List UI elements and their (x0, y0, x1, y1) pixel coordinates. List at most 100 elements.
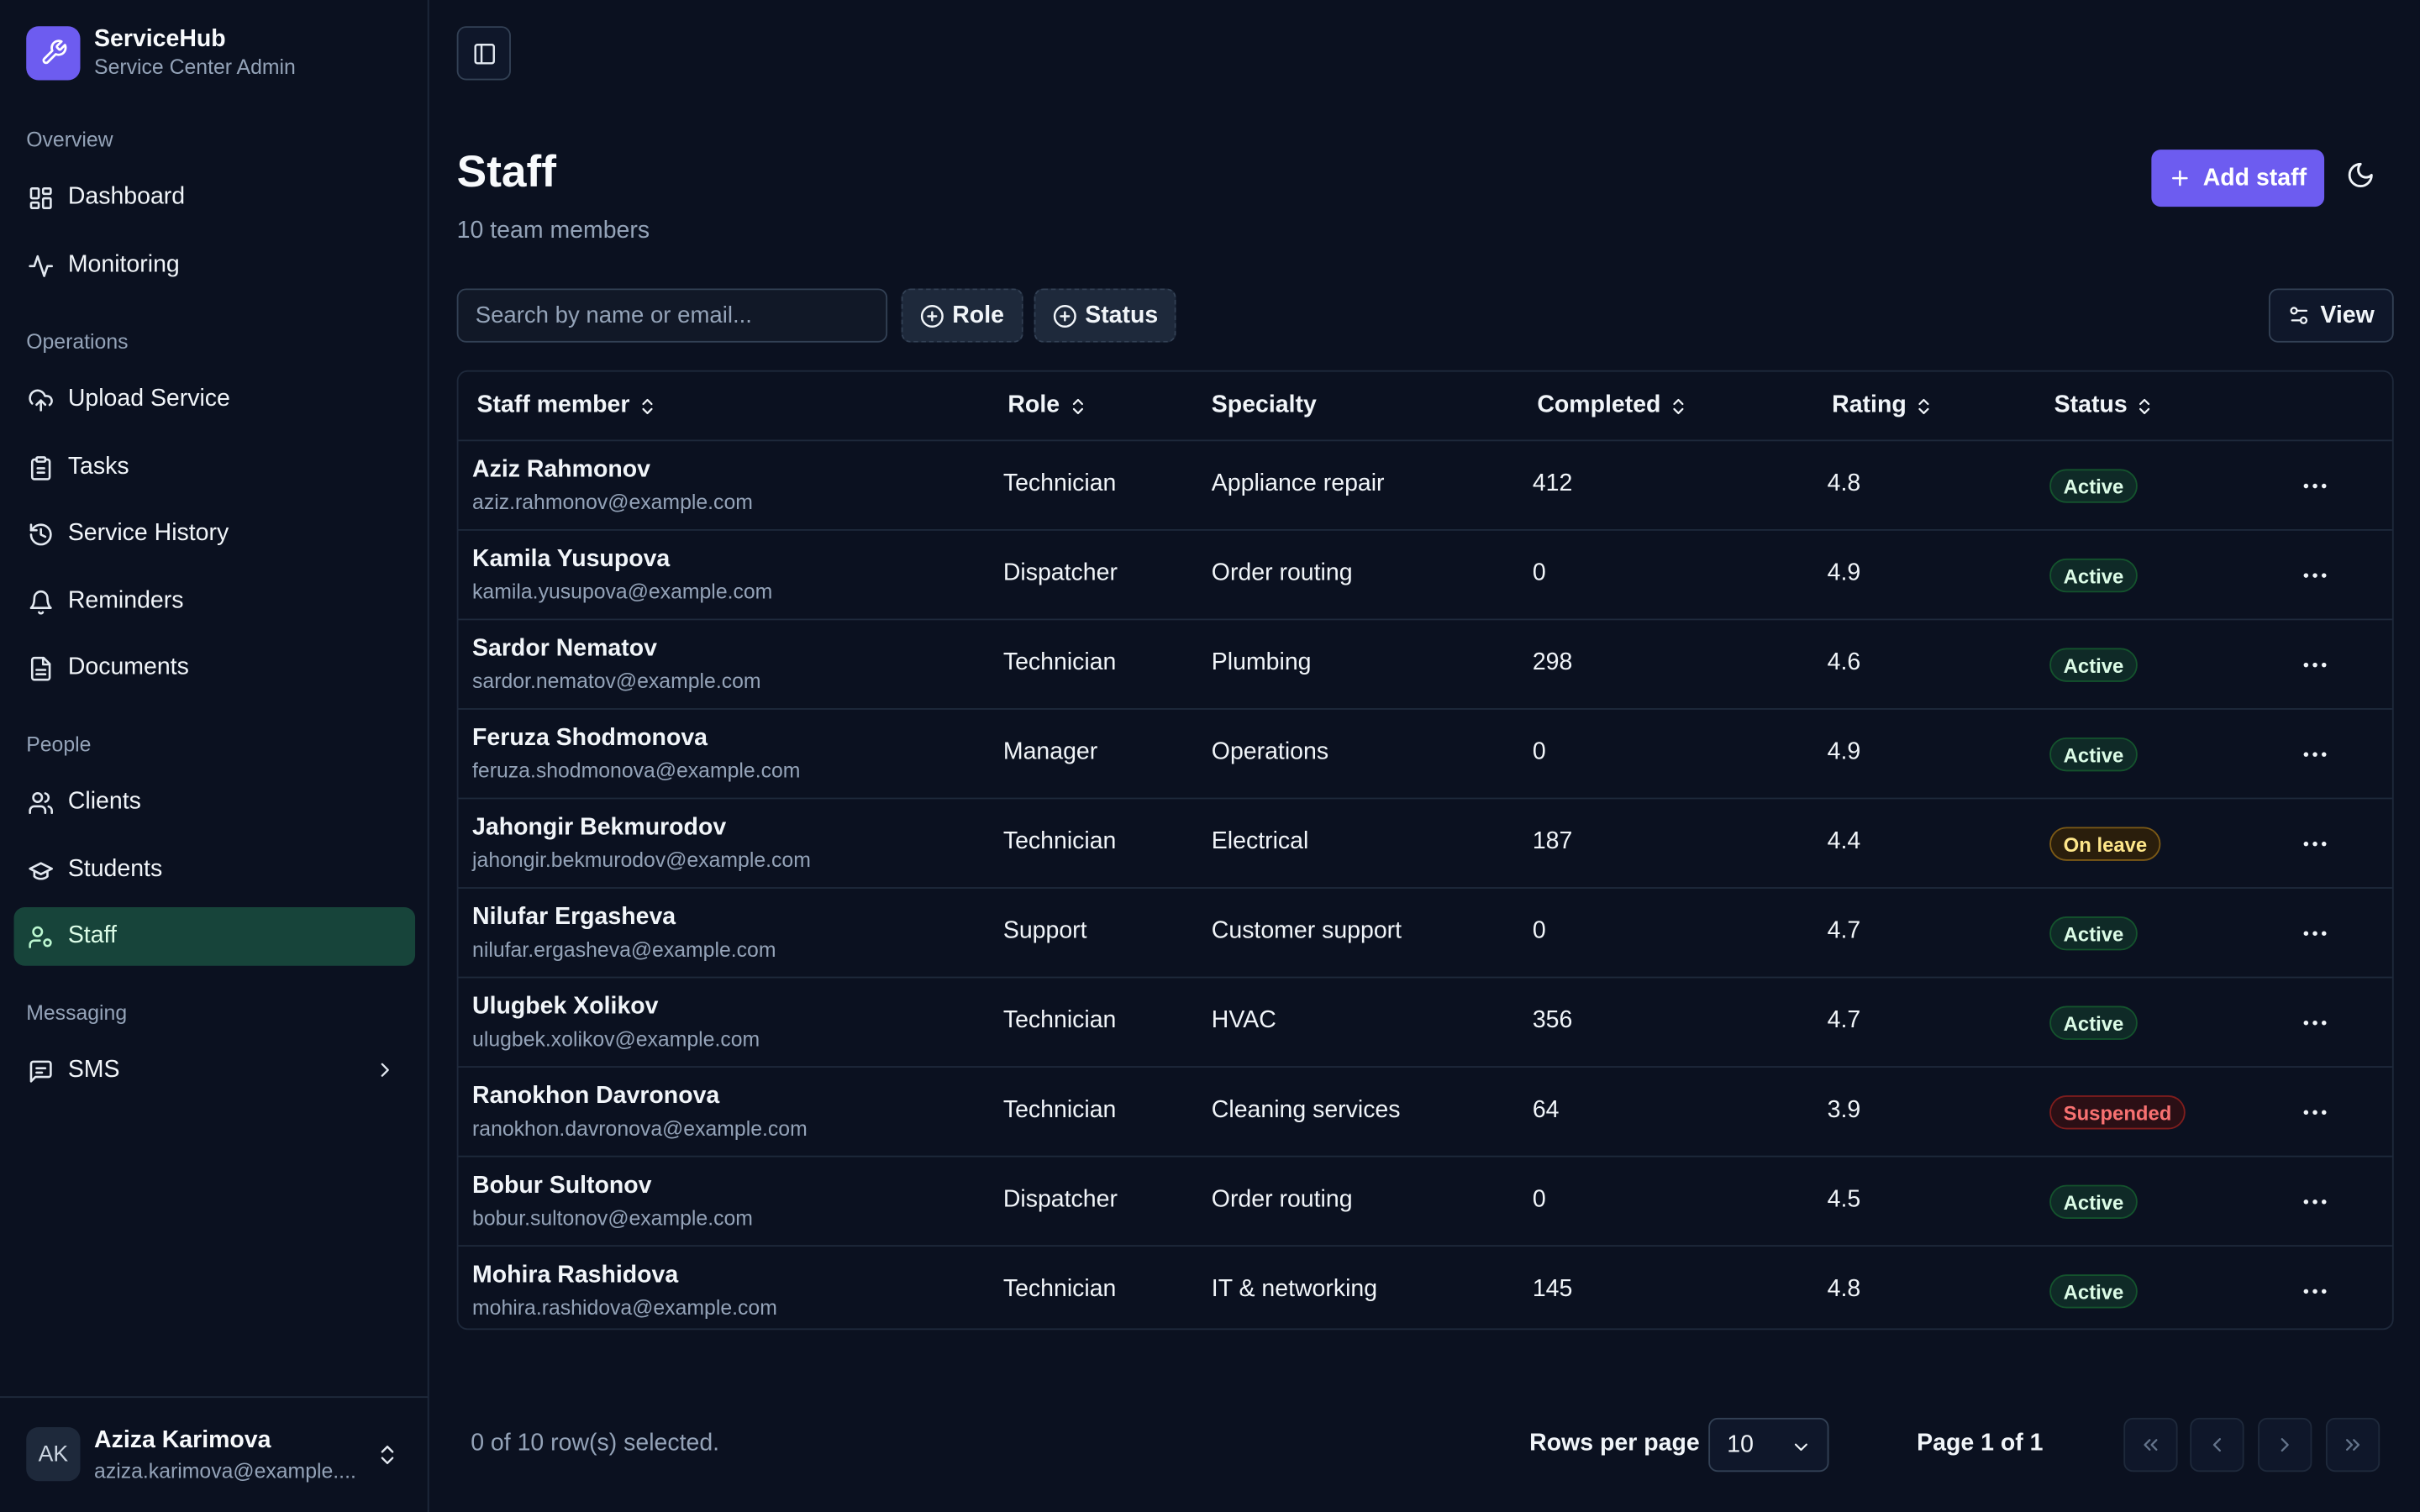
table-row[interactable]: Ulugbek Xolikov ulugbek.xolikov@example.… (458, 978, 2392, 1068)
more-horizontal-icon[interactable] (2300, 1097, 2331, 1128)
table-row[interactable]: Nilufar Ergasheva nilufar.ergasheva@exam… (458, 889, 2392, 979)
staff-email: feruza.shodmonova@example.com (472, 759, 801, 783)
staff-name: Feruza Shodmonova (472, 725, 708, 752)
sidebar-toggle-button[interactable] (456, 26, 511, 81)
add-staff-button[interactable]: Add staff (2151, 150, 2325, 207)
table-row[interactable]: Kamila Yusupova kamila.yusupova@example.… (458, 531, 2392, 621)
staff-name: Kamila Yusupova (472, 546, 671, 573)
theme-toggle-button[interactable] (2346, 160, 2375, 197)
brand[interactable]: ServiceHub Service Center Admin (26, 24, 296, 80)
next-page-button[interactable] (2258, 1417, 2312, 1473)
staff-email: ranokhon.davronova@example.com (472, 1116, 808, 1141)
view-options-button[interactable]: View (2268, 288, 2394, 343)
staff-role: Support (1002, 917, 1087, 945)
sidebar-item-sms[interactable]: SMS (14, 1042, 416, 1100)
sidebar-item-clients[interactable]: Clients (14, 773, 416, 832)
staff-role: Dispatcher (1002, 1186, 1118, 1213)
chevron-down-icon (1794, 1443, 1807, 1452)
more-horizontal-icon[interactable] (2300, 560, 2331, 591)
column-completed[interactable]: Completed (1537, 392, 1688, 420)
app-root: ServiceHub Service Center Admin Overview… (0, 0, 2420, 1512)
page-subtitle: 10 team members (456, 217, 650, 244)
rows-per-page-select[interactable]: 10 (1708, 1417, 1829, 1473)
more-horizontal-icon[interactable] (2300, 470, 2331, 501)
user-name: Aziza Karimova (94, 1426, 271, 1454)
table-row[interactable]: Feruza Shodmonova feruza.shodmonova@exam… (458, 710, 2392, 800)
previous-page-button[interactable] (2190, 1417, 2244, 1473)
bell-icon (29, 590, 52, 614)
sidebar-item-label: Reminders (67, 587, 184, 615)
table-row[interactable]: Ranokhon Davronova ranokhon.davronova@ex… (458, 1068, 2392, 1158)
column-rating[interactable]: Rating (1832, 392, 1934, 420)
section-operations: Operations (26, 330, 129, 354)
staff-specialty: Appliance repair (1211, 470, 1385, 497)
status-filter-button[interactable]: Status (1034, 288, 1177, 343)
sidebar-item-students[interactable]: Students (14, 841, 416, 900)
column-status[interactable]: Status (2054, 392, 2155, 420)
more-horizontal-icon[interactable] (2300, 739, 2331, 770)
panel-left-icon (473, 43, 495, 64)
wrench-icon (26, 25, 81, 80)
table-row[interactable]: Mohira Rashidova mohira.rashidova@exampl… (458, 1247, 2391, 1328)
staff-name: Sardor Nematov (472, 635, 657, 662)
column-staff-member[interactable]: Staff member (477, 392, 658, 420)
table-row[interactable]: Sardor Nematov sardor.nematov@example.co… (458, 620, 2392, 710)
table-row[interactable]: Aziz Rahmonov aziz.rahmonov@example.com … (458, 441, 2392, 531)
activity-icon (29, 254, 53, 276)
staff-rating: 4.9 (1827, 738, 1861, 766)
message-icon (29, 1059, 52, 1082)
staff-name: Aziz Rahmonov (472, 456, 650, 483)
sidebar-item-staff[interactable]: Staff (13, 906, 416, 966)
more-horizontal-icon[interactable] (2300, 1186, 2331, 1217)
sidebar-item-upload-service[interactable]: Upload Service (14, 370, 416, 429)
staff-completed: 0 (1532, 559, 1546, 586)
plus-icon (2172, 170, 2189, 186)
rows-per-page-label: Rows per page (1529, 1430, 1700, 1457)
staff-specialty: Order routing (1211, 1186, 1353, 1213)
staff-email: sardor.nematov@example.com (472, 669, 761, 693)
staff-specialty: IT & networking (1211, 1275, 1378, 1303)
sidebar-item-monitoring[interactable]: Monitoring (14, 236, 416, 295)
user-cog-icon (29, 925, 52, 948)
table-row[interactable]: Bobur Sultonov bobur.sultonov@example.co… (458, 1158, 2392, 1247)
role-filter-label: Role (952, 302, 1004, 328)
sidebar-item-tasks[interactable]: Tasks (14, 438, 416, 497)
clipboard-icon (30, 455, 51, 480)
sort-icon (642, 397, 653, 414)
more-horizontal-icon[interactable] (2300, 1007, 2331, 1038)
view-label: View (2320, 302, 2375, 328)
page-title: Staff (456, 148, 557, 198)
search-input[interactable] (456, 288, 888, 343)
last-page-button[interactable] (2325, 1417, 2381, 1473)
staff-role: Technician (1002, 470, 1117, 497)
sidebar-item-documents[interactable]: Documents (14, 638, 416, 697)
more-horizontal-icon[interactable] (2300, 649, 2331, 680)
first-page-button[interactable] (2123, 1417, 2178, 1473)
staff-rating: 4.8 (1827, 470, 1861, 497)
staff-role: Technician (1002, 828, 1117, 855)
staff-completed: 412 (1532, 470, 1573, 497)
staff-table: Staff member Role Specialty Completed Ra… (456, 370, 2394, 1331)
sidebar-item-dashboard[interactable]: Dashboard (14, 168, 416, 227)
table-row[interactable]: Jahongir Bekmurodov jahongir.bekmurodov@… (458, 799, 2392, 889)
sidebar-item-label: Upload Service (67, 386, 230, 412)
staff-completed: 0 (1532, 1186, 1546, 1213)
more-horizontal-icon[interactable] (2300, 918, 2331, 949)
more-horizontal-icon[interactable] (2300, 1276, 2331, 1307)
more-horizontal-icon[interactable] (2300, 828, 2331, 859)
staff-completed: 187 (1532, 828, 1573, 855)
status-badge: Active (2049, 469, 2138, 503)
column-role[interactable]: Role (1007, 392, 1087, 420)
sidebar-item-label: Dashboard (67, 183, 186, 210)
sidebar-item-service-history[interactable]: Service History (14, 505, 416, 564)
staff-completed: 0 (1532, 738, 1546, 766)
sidebar: ServiceHub Service Center Admin Overview… (0, 0, 429, 1512)
role-filter-button[interactable]: Role (901, 288, 1023, 343)
user-menu[interactable]: AK Aziza Karimova aziza.karimova@example… (0, 1396, 429, 1512)
chevron-left-icon (2212, 1438, 2222, 1452)
staff-role: Technician (1002, 1096, 1117, 1124)
sidebar-item-reminders[interactable]: Reminders (14, 572, 416, 631)
moon-icon (2348, 162, 2373, 187)
staff-completed: 145 (1532, 1275, 1573, 1303)
staff-email: aziz.rahmonov@example.com (472, 491, 753, 514)
